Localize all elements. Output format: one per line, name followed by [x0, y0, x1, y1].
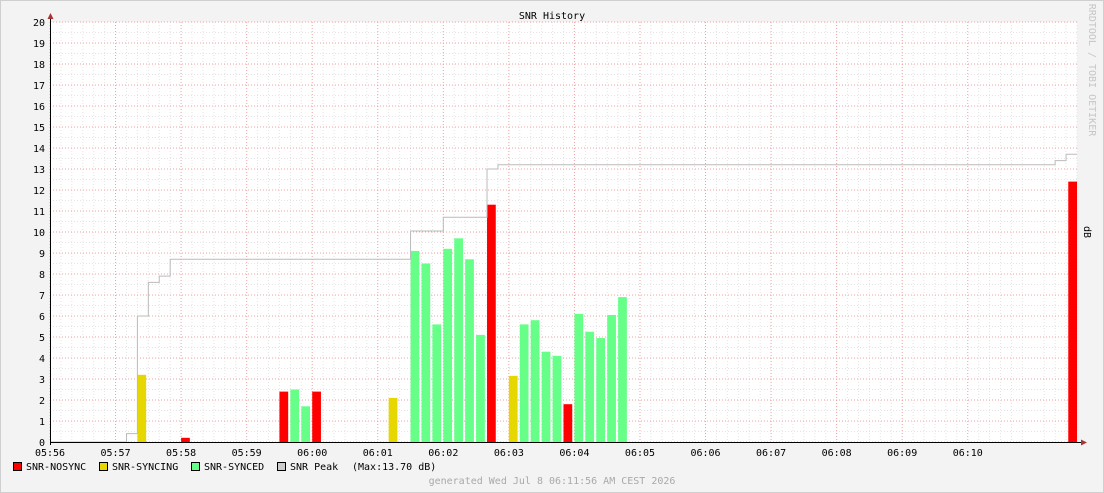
generated-timestamp: generated Wed Jul 8 06:11:56 AM CEST 202…	[429, 476, 676, 487]
x-tick-label: 06:00	[297, 448, 327, 459]
bar-mark	[410, 250, 420, 442]
bar-mark	[137, 374, 147, 442]
x-tick-label: 06:01	[363, 448, 393, 459]
y-tick-label: 5	[39, 333, 45, 344]
legend-swatch	[191, 462, 200, 471]
bar-mark	[465, 259, 474, 442]
bar-mark	[552, 355, 562, 442]
x-tick-label: 06:02	[428, 448, 458, 459]
y-tick-label: 6	[39, 312, 45, 323]
x-tick-label: 05:56	[35, 448, 65, 459]
bar-mark	[487, 204, 496, 442]
chart-title: SNR History	[519, 11, 585, 22]
legend-label: SNR-SYNCED	[204, 462, 264, 473]
bar-mark	[443, 248, 453, 442]
y-tick-label: 11	[33, 207, 45, 218]
y-tick-label: 1	[39, 417, 45, 428]
rrdtool-credit: RRDTOOL / TOBI OETIKER	[1086, 4, 1097, 137]
x-tick-label: 06:10	[953, 448, 983, 459]
x-tick-label: 06:03	[494, 448, 524, 459]
x-tick-label: 06:05	[625, 448, 655, 459]
y-tick-label: 14	[33, 144, 45, 155]
y-tick-label: 18	[33, 60, 45, 71]
y-tick-label: 4	[39, 354, 45, 365]
bar-mark	[301, 406, 311, 442]
bar-mark	[585, 331, 595, 442]
y-tick-label: 7	[39, 291, 45, 302]
bar-mark	[279, 391, 289, 442]
x-tick-label: 05:58	[166, 448, 196, 459]
x-tick-label: 05:59	[232, 448, 262, 459]
bar-mark	[607, 314, 616, 442]
legend-label: SNR-SYNCING	[112, 462, 178, 473]
bar-mark	[563, 404, 573, 442]
x-tick-label: 06:09	[887, 448, 917, 459]
y-tick-label: 3	[39, 375, 45, 386]
bar-mark	[476, 334, 485, 442]
bar-mark	[519, 324, 529, 442]
legend-swatch	[99, 462, 108, 471]
bar-mark	[432, 324, 442, 442]
y-tick-label: 2	[39, 396, 45, 407]
legend-label: SNR-NOSYNC	[26, 462, 86, 473]
x-tick-label: 06:06	[690, 448, 720, 459]
y-tick-label: 9	[39, 249, 45, 260]
legend: SNR-NOSYNC SNR-SYNCING SNR-SYNCED SNR Peak (…	[13, 462, 436, 473]
bar-mark	[290, 389, 300, 442]
y-tick-label: 12	[33, 186, 45, 197]
snr-history-chart: 0 1 2 3 4 5 6 7 8 9 10 11 12 13 14 15 16 17 18 19 20 05:56 05…	[0, 0, 1104, 493]
bar-mark	[618, 297, 627, 442]
bar-mark	[1068, 181, 1077, 442]
y-tick-label: 13	[33, 165, 45, 176]
chart-canvas: 01234567891011121314151617181920 05:56 05…	[0, 0, 1104, 493]
y-tick-label: 17	[33, 81, 45, 92]
y-tick-label: 20	[33, 18, 45, 29]
bar-mark	[574, 313, 584, 442]
bar-mark	[181, 437, 190, 442]
x-tick-label: 06:08	[822, 448, 852, 459]
bar-mark	[454, 238, 463, 442]
bar-mark	[388, 397, 398, 442]
x-tick-label: 06:04	[559, 448, 589, 459]
bar-mark	[421, 263, 431, 442]
legend-swatch	[277, 462, 286, 471]
y-tick-label: 10	[33, 228, 45, 239]
bar-mark	[508, 375, 518, 442]
bar-mark	[312, 391, 321, 442]
legend-swatch	[13, 462, 22, 471]
x-tick-label: 06:07	[756, 448, 786, 459]
x-tick-labels: 05:56 05:57 05:58 05:59 06:00 06:01 06:02 06:03…	[35, 448, 983, 459]
y-tick-label: 16	[33, 102, 45, 113]
y-tick-label: 15	[33, 123, 45, 134]
y-tick-label: 8	[39, 270, 45, 281]
y-axis-label: dB	[1081, 226, 1092, 238]
legend-max-note: (Max:13.70 dB)	[352, 462, 436, 473]
x-tick-label: 05:57	[100, 448, 130, 459]
legend-label: SNR Peak	[290, 462, 338, 473]
bar-mark	[530, 320, 540, 442]
bar-mark	[596, 338, 606, 442]
bar-mark	[541, 351, 551, 442]
y-tick-label: 19	[33, 39, 45, 50]
